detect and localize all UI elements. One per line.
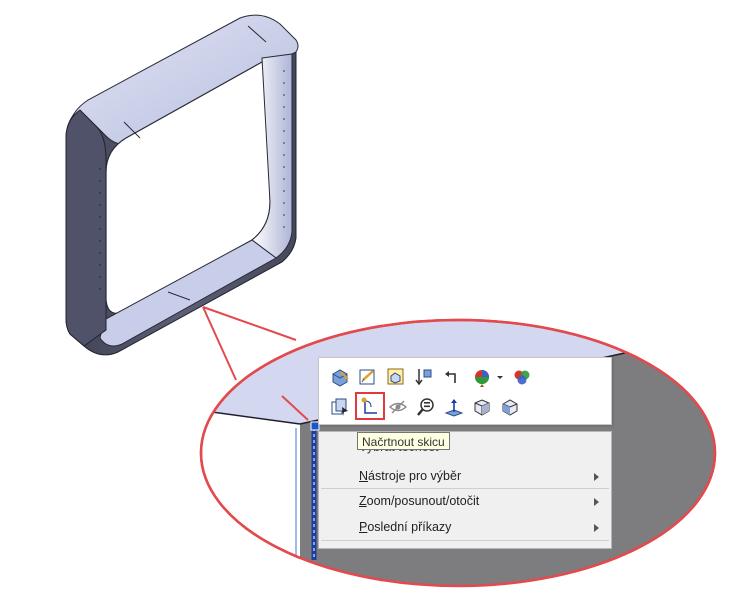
dropdown-caret-icon[interactable] xyxy=(495,366,505,388)
menu-label-rest: oslední příkazy xyxy=(367,520,452,534)
edit-color-icon[interactable] xyxy=(511,366,533,388)
submenu-arrow-icon xyxy=(594,473,599,481)
menu-mnemonic: Z xyxy=(359,494,367,508)
view-orientation-icon[interactable] xyxy=(499,396,521,418)
edit-part-icon[interactable] xyxy=(385,366,407,388)
normal-to-icon[interactable] xyxy=(443,396,465,418)
menu-separator xyxy=(321,488,609,489)
submenu-arrow-icon xyxy=(594,498,599,506)
zoom-selection-icon[interactable] xyxy=(415,396,437,418)
select-other-icon[interactable] xyxy=(329,396,351,418)
frame-model[interactable] xyxy=(65,14,299,356)
menu-item-recent-commands[interactable]: Poslední příkazy xyxy=(359,520,451,534)
menu-separator xyxy=(321,540,609,541)
edit-sketch-icon[interactable] xyxy=(357,366,379,388)
sketch-tooltip: Načrtnout skicu xyxy=(357,432,450,450)
menu-label-rest: ástroje pro výběr xyxy=(368,469,462,483)
appearance-icon[interactable] xyxy=(471,366,493,388)
rollback-icon[interactable] xyxy=(413,366,435,388)
menu-item-zoom-pan-rotate[interactable]: Zoom/posunout/otočit xyxy=(359,494,479,508)
edit-feature-icon[interactable] xyxy=(329,366,351,388)
menu-label-rest: oom/posunout/otočit xyxy=(366,494,480,508)
view-3d-icon[interactable] xyxy=(471,396,493,418)
submenu-arrow-icon xyxy=(594,524,599,532)
hide-icon[interactable] xyxy=(387,396,409,418)
callout-line-right xyxy=(202,306,297,341)
menu-mnemonic: N xyxy=(359,469,369,483)
parent-child-icon[interactable] xyxy=(441,366,463,388)
menu-item-selection-tools[interactable]: Nástroje pro výběr xyxy=(359,469,461,483)
sketch-icon-highlight xyxy=(355,392,385,420)
